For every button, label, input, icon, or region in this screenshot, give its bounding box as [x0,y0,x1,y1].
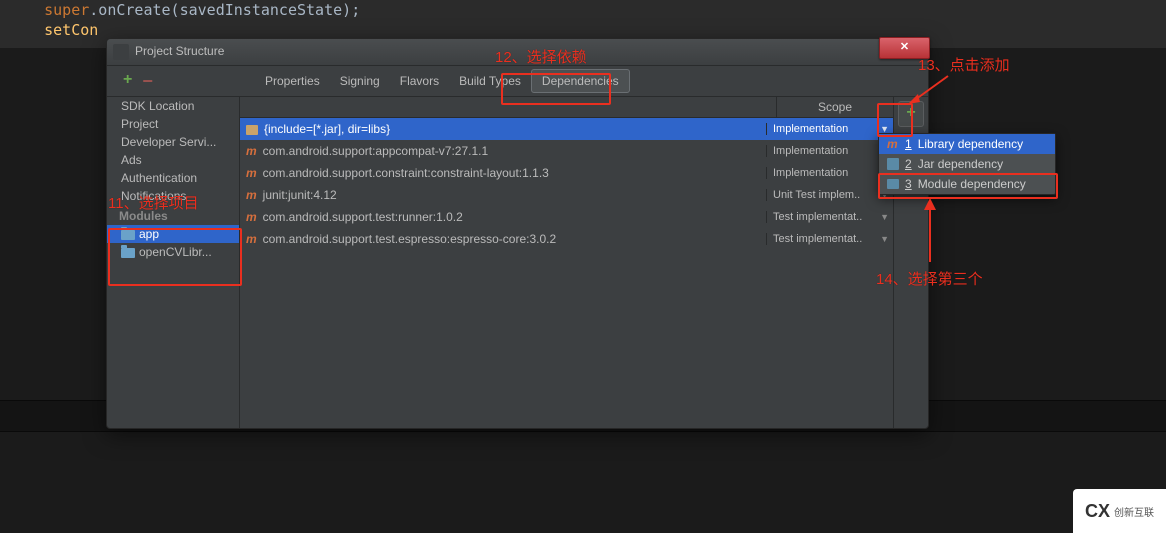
add-dependency-button[interactable]: + [898,101,924,127]
dependency-row[interactable]: m com.android.support:appcompat-v7:27.1.1… [240,140,893,162]
m-icon: m [246,232,257,246]
scope-value: Implementation [773,145,848,157]
dependency-row[interactable]: m com.android.support.constraint:constrai… [240,162,893,184]
popup-module-dependency[interactable]: 3 Module dependency [879,174,1055,194]
dependency-name: {include=[*.jar], dir=libs} [264,122,390,136]
dependency-name: junit:junit:4.12 [263,188,337,202]
dependency-name: com.android.support.constraint:constrain… [263,166,549,180]
popup-jar-dependency[interactable]: 2 Jar dependency [879,154,1055,174]
sidebar: SDK Location Project Developer Servi... … [107,97,240,428]
tab-signing[interactable]: Signing [330,70,390,92]
m-icon: m [246,166,257,180]
scope-value: Unit Test implem.. [773,189,860,201]
sidebar-item-developer-services[interactable]: Developer Servi... [107,133,239,151]
tab-build-types[interactable]: Build Types [449,70,531,92]
column-header-scope: Scope [776,97,893,117]
folder-icon [121,230,135,240]
sidebar-item-ads[interactable]: Ads [107,151,239,169]
chevron-down-icon[interactable]: ▼ [880,212,889,222]
dependency-name: com.android.support:appcompat-v7:27.1.1 [263,144,488,158]
scope-value: Implementation [773,167,848,179]
folder-icon [246,125,258,135]
tab-properties[interactable]: Properties [255,70,330,92]
popup-item-label: Library dependency [918,137,1023,151]
m-icon: m [246,188,257,202]
dependency-row[interactable]: m com.android.support.test.espresso:espre… [240,228,893,250]
dependency-name: com.android.support.test.espresso:espres… [263,232,556,246]
dialog-title: Project Structure [135,44,224,58]
folder-icon [121,248,135,258]
sidebar-module-app[interactable]: app [107,225,239,243]
annotation-12: 12、选择依赖 [495,46,587,67]
dependency-row[interactable]: m com.android.support.test:runner:1.0.2 Te… [240,206,893,228]
popup-item-label: Module dependency [918,177,1026,191]
m-icon: m [246,210,257,224]
scope-value: Test implementat.. [773,233,862,245]
sidebar-remove-button[interactable]: − [142,71,153,92]
m-icon: m [887,137,899,151]
popup-item-label: Jar dependency [918,157,1003,171]
annotation-13: 13、点击添加 [918,54,1010,75]
toolbar: + − Properties Signing Flavors Build Typ… [107,66,928,97]
scope-value: Implementation [773,123,848,135]
sidebar-item-authentication[interactable]: Authentication [107,169,239,187]
sidebar-module-opencv[interactable]: openCVLibr... [107,243,239,261]
chevron-down-icon[interactable]: ▼ [880,234,889,244]
scope-value: Test implementat.. [773,211,862,223]
annotation-11: 11、选择项目 [108,192,199,213]
popup-library-dependency[interactable]: m 1 Library dependency [879,134,1055,154]
project-structure-dialog: Project Structure ✕ + − Properties Signi… [106,38,929,429]
add-dependency-popup: m 1 Library dependency 2 Jar dependency … [878,133,1056,195]
dependency-row[interactable]: {include=[*.jar], dir=libs} Implementatio… [240,118,893,140]
dependency-row[interactable]: mjunit:junit:4.12Unit Test implem..▼ [240,184,893,206]
m-icon: m [246,144,257,158]
jar-icon [887,158,899,170]
annotation-14: 14、选择第三个 [876,268,983,289]
tabs: Properties Signing Flavors Build Types D… [255,66,630,96]
column-header-dependency [240,97,776,117]
tab-dependencies[interactable]: Dependencies [531,69,630,93]
sidebar-add-button[interactable]: + [123,71,132,92]
dependency-name: com.android.support.test:runner:1.0.2 [263,210,463,224]
watermark-logo: CX创新互联 [1073,489,1166,533]
tab-flavors[interactable]: Flavors [390,70,449,92]
sidebar-item-sdk-location[interactable]: SDK Location [107,97,239,115]
sidebar-item-project[interactable]: Project [107,115,239,133]
module-icon [887,179,899,189]
dependencies-panel: Scope {include=[*.jar], dir=libs} Impleme… [240,97,893,428]
app-icon [113,44,129,60]
